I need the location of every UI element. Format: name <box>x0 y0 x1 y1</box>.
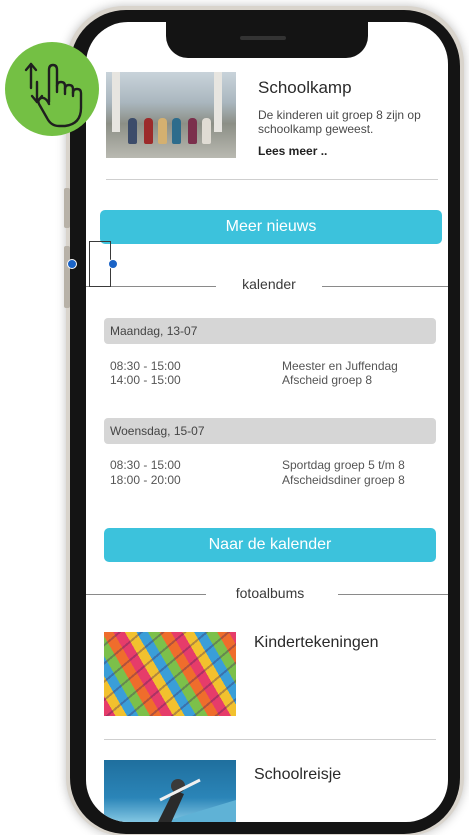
event-time: 08:30 - 15:00 <box>110 458 181 472</box>
thumb-decoration <box>188 118 197 144</box>
divider <box>106 179 438 180</box>
to-calendar-button[interactable]: Naar de kalender <box>104 528 436 562</box>
scroll-gesture-hand-icon <box>24 62 83 128</box>
thumb-decoration <box>172 118 181 144</box>
heading-rule <box>338 594 448 595</box>
mockup-stage: Schoolkamp De kinderen uit groep 8 zijn … <box>0 0 469 835</box>
phone-speaker <box>240 36 286 40</box>
event-name[interactable]: Afscheidsdiner groep 8 <box>282 474 405 487</box>
selection-handle[interactable] <box>67 259 77 269</box>
thumb-decoration <box>128 118 137 144</box>
read-more-link[interactable]: Lees meer .. <box>258 144 327 158</box>
event-time: 08:30 - 15:00 <box>110 359 181 373</box>
event-time: 14:00 - 15:00 <box>110 373 181 387</box>
phone-side-button <box>64 246 70 308</box>
thumb-decoration <box>144 118 153 144</box>
calendar-day-bar[interactable]: Woensdag, 15-07 <box>104 418 436 444</box>
thumb-decoration <box>158 778 236 822</box>
album-title[interactable]: Schoolreisje <box>254 766 341 784</box>
event-name[interactable]: Afscheid groep 8 <box>282 374 372 387</box>
phone-screen: Schoolkamp De kinderen uit groep 8 zijn … <box>86 22 448 822</box>
phone-side-button <box>64 188 70 228</box>
news-thumbnail[interactable] <box>106 72 236 158</box>
calendar-day-bar[interactable]: Maandag, 13-07 <box>104 318 436 344</box>
phone-notch <box>166 22 368 58</box>
album-thumbnail[interactable] <box>104 760 236 822</box>
album-title[interactable]: Kindertekeningen <box>254 634 379 652</box>
album-thumbnail[interactable] <box>104 632 236 716</box>
selection-bracket <box>89 286 111 287</box>
albums-heading: fotoalbums <box>235 585 305 601</box>
heading-rule <box>322 286 448 287</box>
selection-bracket <box>89 241 90 287</box>
selection-handle[interactable] <box>108 259 118 269</box>
thumb-decoration <box>158 118 167 144</box>
news-title[interactable]: Schoolkamp <box>258 78 352 98</box>
calendar-heading: kalender <box>242 276 296 292</box>
selection-bracket <box>89 241 111 242</box>
gesture-badge <box>5 42 99 136</box>
event-time: 18:00 - 20:00 <box>110 473 181 487</box>
event-name[interactable]: Meester en Juffendag <box>282 360 398 373</box>
thumb-decoration <box>214 72 222 132</box>
event-name[interactable]: Sportdag groep 5 t/m 8 <box>282 459 405 472</box>
divider <box>104 739 436 740</box>
thumb-decoration <box>202 118 211 144</box>
thumb-decoration <box>104 632 236 716</box>
heading-rule <box>86 594 206 595</box>
news-summary: De kinderen uit groep 8 zijn op schoolka… <box>258 108 421 136</box>
more-news-button[interactable]: Meer nieuws <box>100 210 442 244</box>
thumb-decoration <box>112 72 120 132</box>
